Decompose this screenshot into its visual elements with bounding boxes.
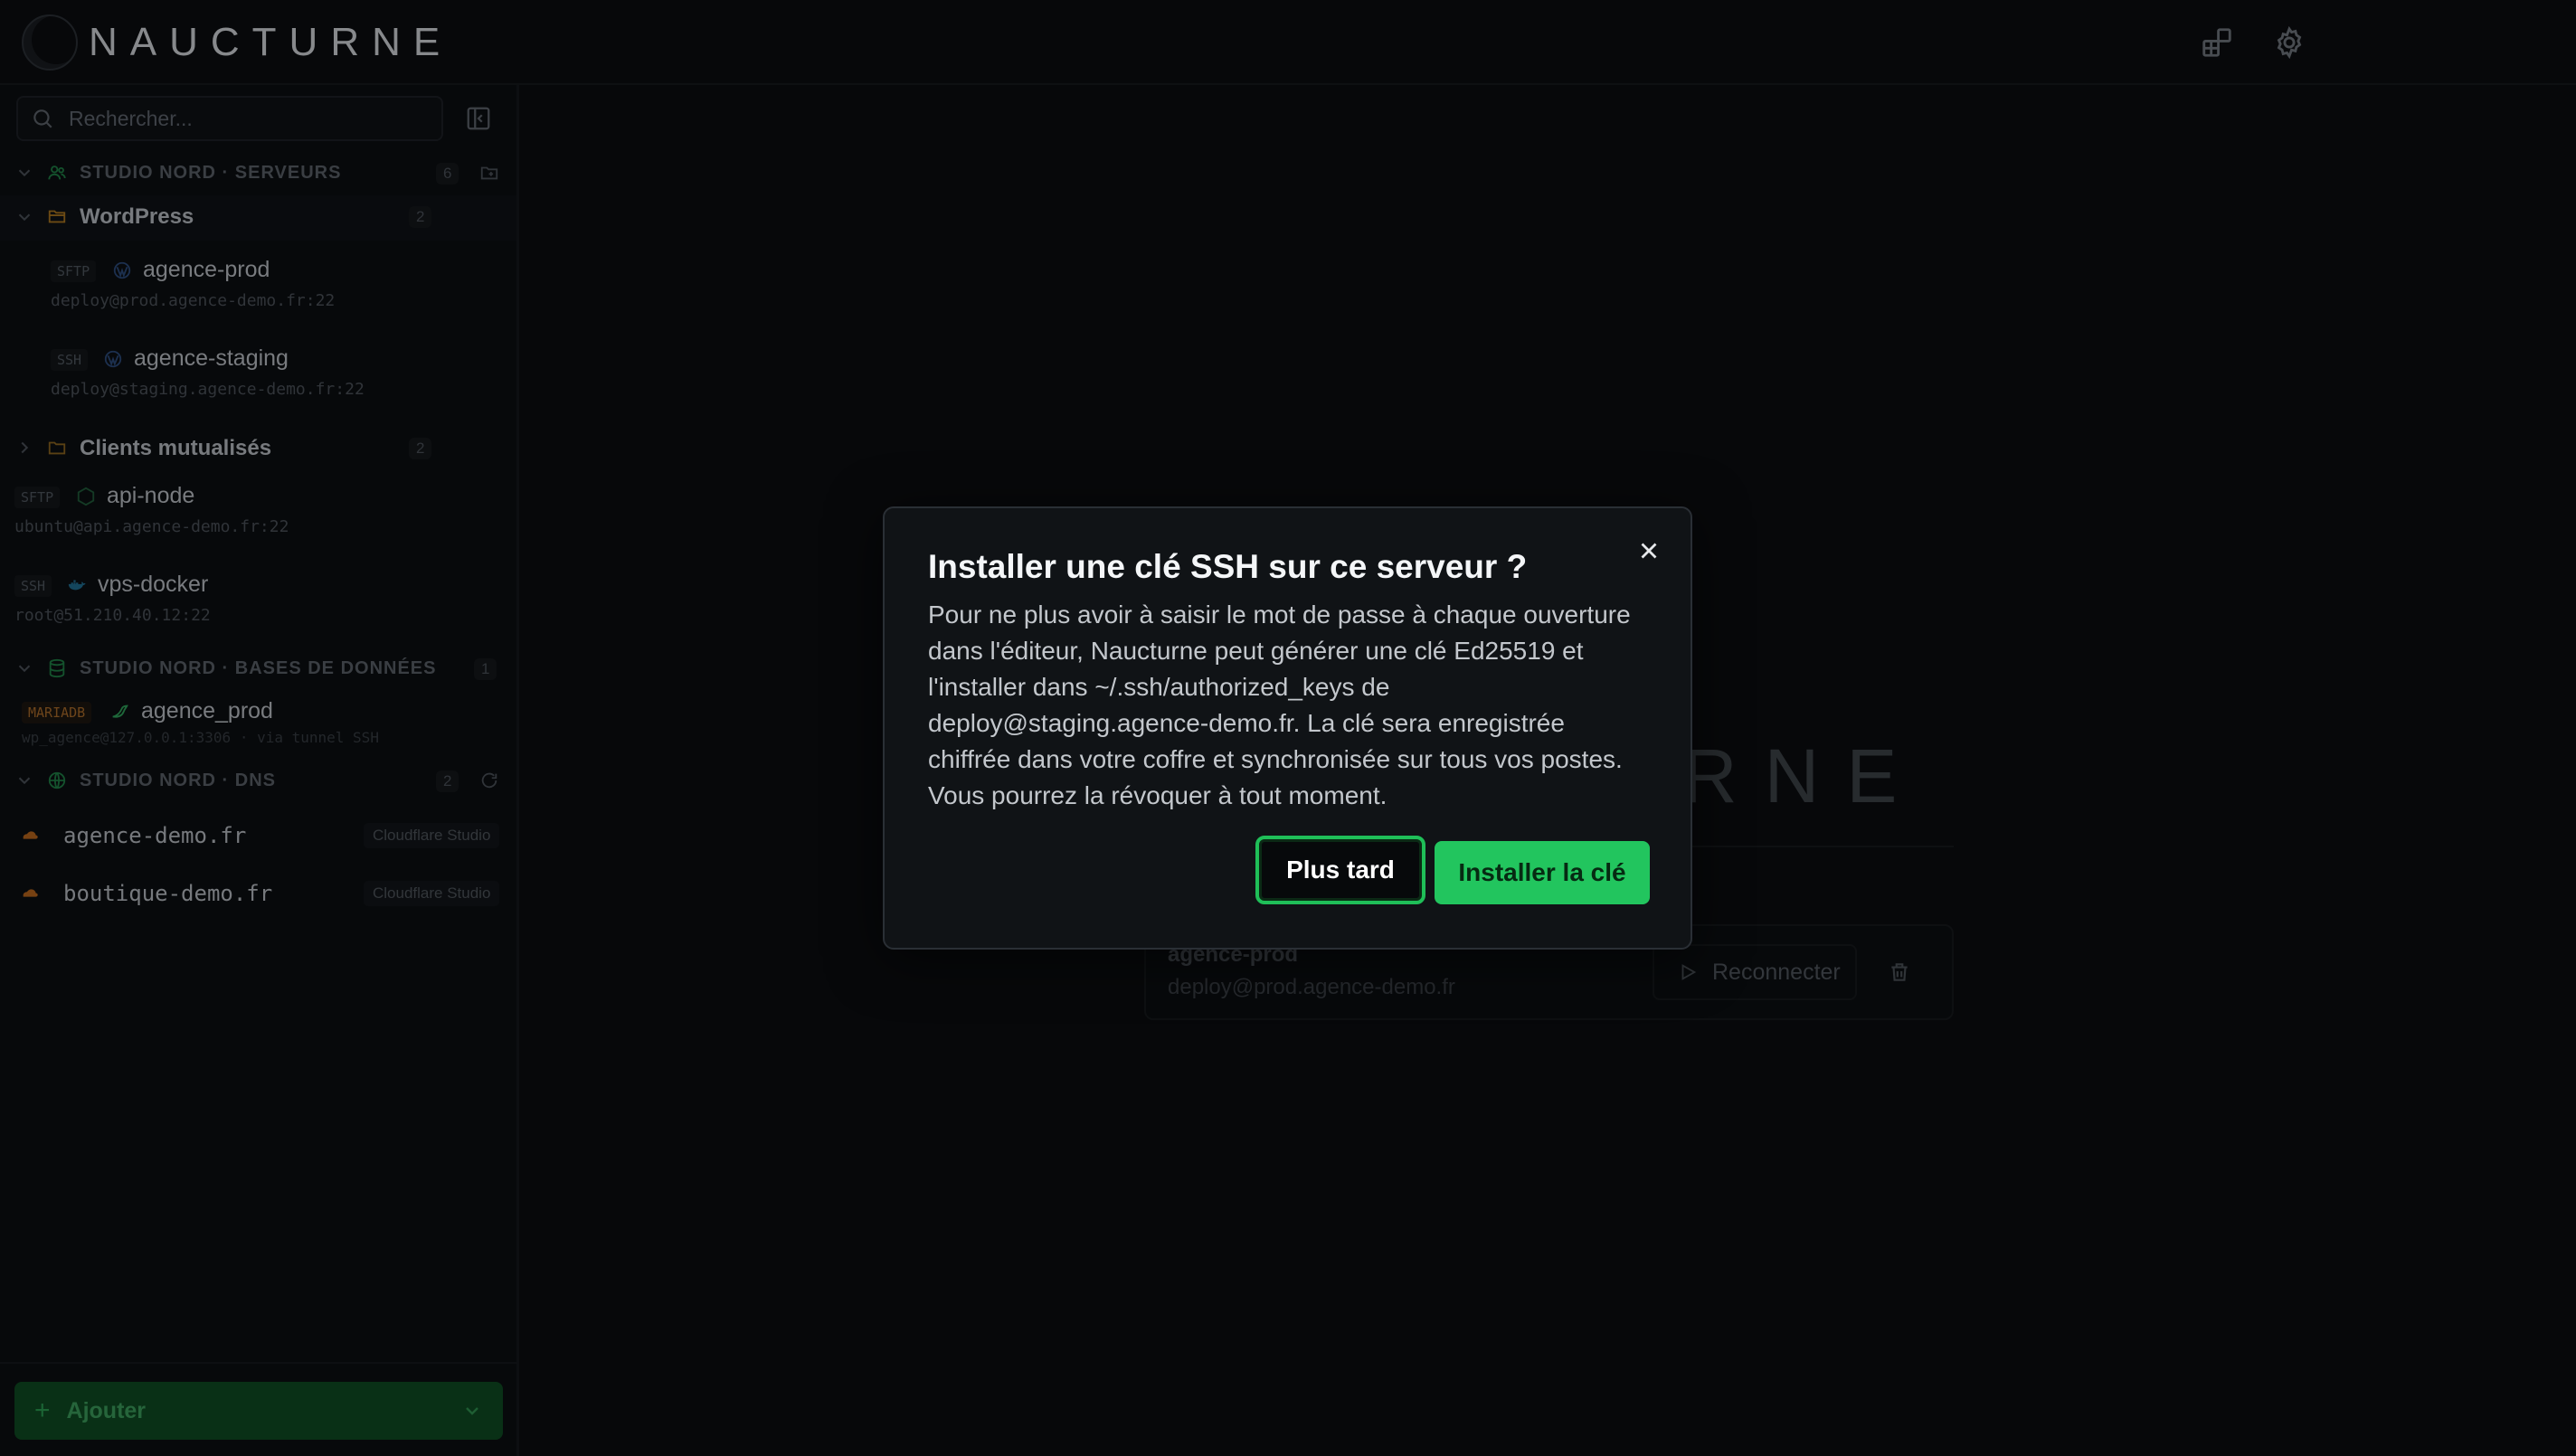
- close-icon[interactable]: [1635, 537, 1662, 564]
- dialog-body: Pour ne plus avoir à saisir le mot de pa…: [928, 600, 1631, 809]
- install-key-button[interactable]: Installer la clé: [1435, 841, 1650, 904]
- ssh-key-dialog: Installer une clé SSH sur ce serveur ? P…: [883, 506, 1692, 950]
- later-button[interactable]: Plus tard: [1255, 836, 1425, 904]
- dialog-title: Installer une clé SSH sur ce serveur ?: [928, 548, 1528, 585]
